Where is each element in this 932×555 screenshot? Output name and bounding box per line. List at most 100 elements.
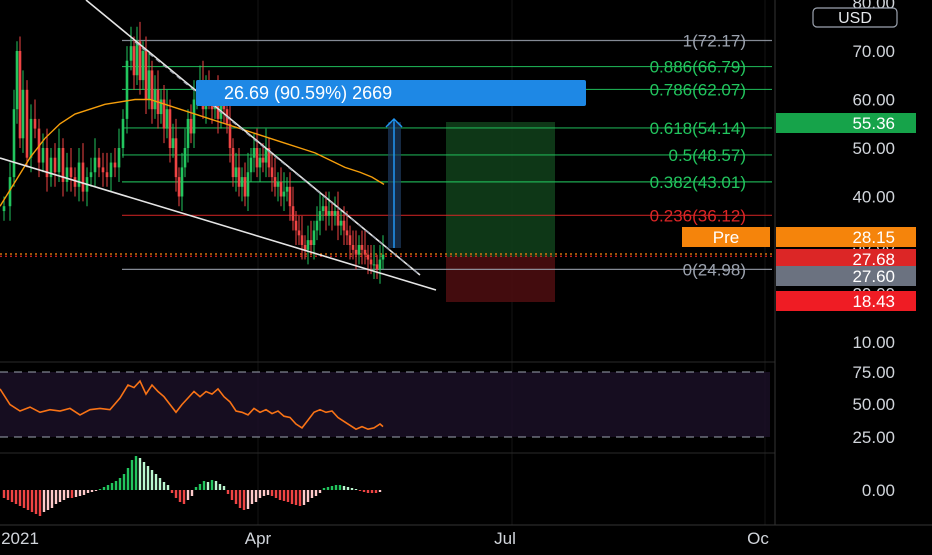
macd-bar (54, 490, 58, 504)
price-tag-box (776, 227, 916, 247)
candle-body (351, 245, 355, 250)
macd-bar (214, 481, 218, 490)
macd-bar (282, 490, 286, 501)
candle-body (77, 162, 81, 187)
macd-bar (330, 486, 334, 490)
macd-bar (142, 462, 146, 490)
macd-bar (86, 490, 90, 493)
macd-bar (198, 484, 202, 490)
macd-bar (362, 490, 366, 492)
macd-bar (226, 490, 230, 494)
candle-body (315, 220, 319, 231)
macd-bar (10, 490, 14, 502)
candle-body (354, 249, 358, 255)
candle-body (89, 172, 93, 178)
candle-body (189, 118, 193, 134)
macd-bar (322, 488, 326, 490)
sub-axis: 75.00 50.00 25.00 0.00 (852, 363, 895, 500)
fib-level-label: 0.382(43.01) (650, 173, 746, 192)
macd-bar (262, 490, 266, 496)
chart-svg[interactable]: 1(72.17) 0.886(66.79) 0.786(62.07) 0.618(54… (0, 0, 932, 550)
chart-stage: 1(72.17) 0.886(66.79) 0.786(62.07) 0.618(54… (0, 0, 932, 550)
candle-body (29, 118, 33, 158)
candle-body (132, 46, 136, 76)
time-axis-label: Apr (245, 529, 272, 548)
currency-badge[interactable]: USD (812, 7, 898, 28)
macd-bar (258, 490, 262, 498)
macd-bar (278, 490, 282, 500)
candle-body (342, 220, 346, 231)
macd-bar (294, 490, 298, 505)
candle-body (177, 177, 181, 197)
macd-bar (102, 487, 106, 490)
candle-body (97, 157, 101, 168)
macd-bar (26, 490, 30, 510)
lower-trendline[interactable] (0, 157, 437, 291)
macd-axis-label: 0.00 (862, 481, 895, 500)
candle-body (309, 240, 313, 245)
candle-body (12, 109, 16, 178)
candle-body (246, 172, 250, 197)
candle-body (303, 245, 307, 250)
price-axis-label: 60.00 (852, 91, 895, 110)
candle-body (125, 60, 129, 119)
candle-body (345, 230, 349, 236)
price-lines (0, 253, 775, 257)
macd-bar (110, 483, 114, 490)
macd-bar (114, 481, 118, 490)
candle-body (117, 148, 121, 168)
candle-body (264, 148, 268, 163)
macd-bar (82, 490, 86, 495)
macd-bar (150, 470, 154, 490)
macd-bar (46, 490, 50, 510)
macd-bar (378, 490, 382, 492)
candle-body (153, 89, 157, 110)
long-position-profit-zone[interactable] (446, 122, 555, 257)
candle-body (255, 148, 259, 168)
candle-body (192, 99, 196, 134)
candle-body (135, 41, 139, 76)
macd-bar (338, 485, 342, 490)
candle-body (81, 162, 85, 192)
moving-average-line (0, 98, 385, 207)
candle-body (357, 245, 361, 255)
macd-bar (206, 482, 210, 490)
candle-body (240, 177, 244, 187)
candle-body (258, 157, 262, 168)
candle-body (339, 220, 343, 226)
price-tag-box (776, 291, 916, 311)
macd-bar (166, 485, 170, 490)
macd-bar (14, 490, 18, 504)
long-position-loss-zone[interactable] (446, 257, 555, 302)
macd-bar (366, 490, 370, 493)
price-axis-label: 50.00 (852, 139, 895, 158)
macd-bar (302, 490, 306, 505)
measure-label: 26.69 (90.59%) 2669 (224, 83, 392, 103)
rsi-band-fill (0, 372, 770, 437)
macd-bar (342, 486, 346, 490)
macd-bar (370, 490, 374, 493)
candle-body (312, 230, 316, 245)
macd-bar (238, 490, 242, 508)
time-axis[interactable]: 2021 Apr Jul Oc (1, 529, 769, 548)
candle-body (234, 167, 238, 178)
candle-body (228, 123, 232, 148)
macd-bar (130, 460, 134, 490)
macd-bar (138, 458, 142, 490)
macd-bar (254, 490, 258, 502)
candle-body (306, 240, 310, 250)
candle-body (105, 172, 109, 178)
candle-body (33, 118, 37, 129)
macd-bar (210, 480, 214, 490)
candle-body (279, 181, 283, 197)
candle-body (2, 206, 6, 212)
macd-bar (286, 490, 290, 502)
time-axis-label: 2021 (1, 529, 39, 548)
upper-trendline[interactable] (85, 0, 421, 276)
macd-bar (134, 456, 138, 490)
candle-body (300, 235, 304, 245)
macd-bar (374, 490, 378, 493)
macd-bar (50, 490, 54, 508)
candle-body (348, 235, 352, 245)
candle-body (273, 177, 277, 187)
